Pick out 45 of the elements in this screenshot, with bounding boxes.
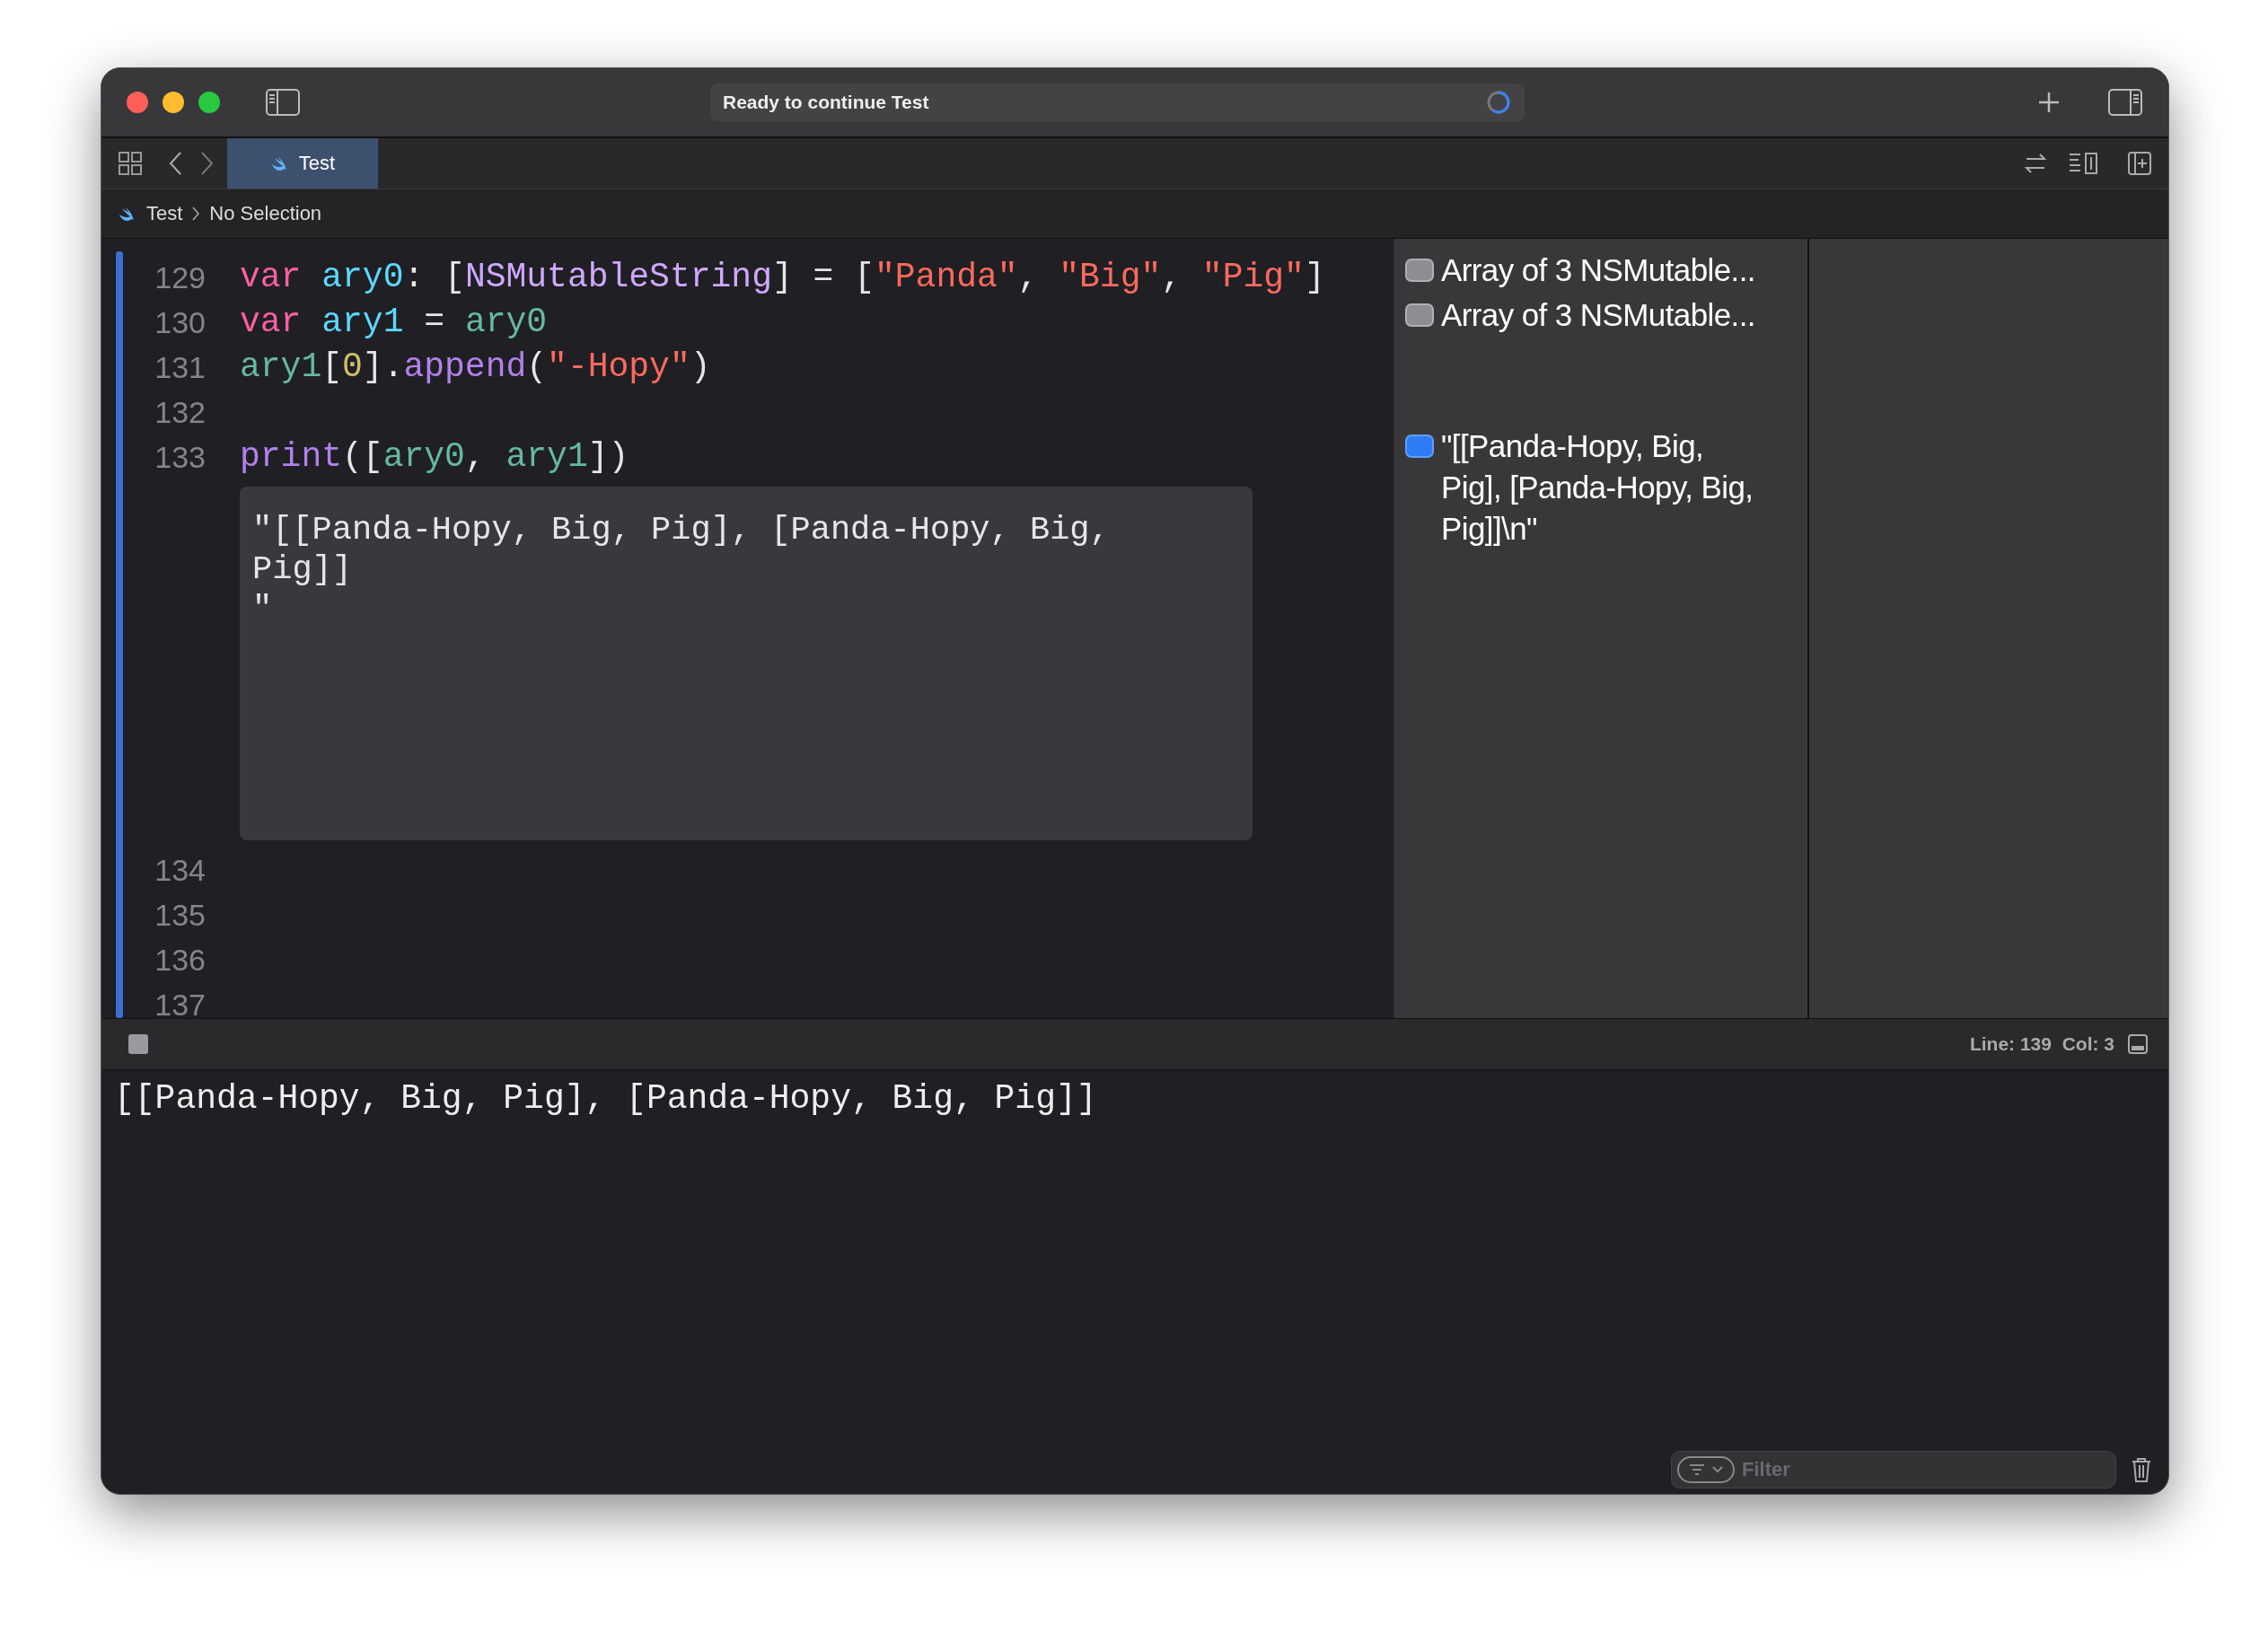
- zoom-button[interactable]: [198, 92, 220, 113]
- trash-icon[interactable]: [2131, 1456, 2152, 1483]
- forward-icon[interactable]: [200, 151, 215, 176]
- chevron-icon: [191, 206, 201, 222]
- line-number: 136: [154, 942, 206, 979]
- result-toggle[interactable]: [1405, 303, 1434, 327]
- line-number: 132: [154, 394, 206, 431]
- code-line: var ary1 = ary0: [240, 302, 548, 343]
- line-number: 133: [154, 439, 206, 476]
- breadcrumb-item[interactable]: Test: [146, 202, 183, 225]
- code-line: var ary0: [NSMutableString] = ["Panda", "Big", "Pig"]: [240, 257, 1325, 298]
- close-button[interactable]: [127, 92, 148, 113]
- spinner-icon: [1485, 89, 1512, 116]
- console-output: [[Panda-Hopy, Big, Pig], [Panda-Hopy, Big, Pig]]: [114, 1079, 1098, 1118]
- grid-icon[interactable]: [118, 151, 143, 176]
- result-toggle[interactable]: [1405, 259, 1434, 282]
- activity-field: Ready to continue Test: [710, 83, 1525, 121]
- line-number: 130: [154, 304, 206, 341]
- result-text: "[[Panda-Hopy, Big, Pig], [Panda-Hopy, Big, Pig]]\n": [1441, 427, 1754, 548]
- inspector-toggle-icon[interactable]: [2107, 88, 2143, 117]
- minimize-button[interactable]: [163, 92, 184, 113]
- editor-tab[interactable]: Test: [227, 138, 378, 189]
- result-text: Array of 3 NSMutable...: [1441, 296, 1756, 334]
- line-number: 135: [154, 897, 206, 934]
- line-number: 131: [154, 349, 206, 386]
- breadcrumb-item[interactable]: No Selection: [209, 202, 322, 225]
- back-icon[interactable]: [168, 151, 182, 176]
- result-toggle[interactable]: [1405, 435, 1434, 458]
- filter-field[interactable]: Filter: [1671, 1451, 2116, 1489]
- result-text: Array of 3 NSMutable...: [1441, 251, 1756, 289]
- console-toggle-icon[interactable]: [2127, 1033, 2149, 1055]
- inline-result: "[[Panda-Hopy, Big, Pig], [Panda-Hopy, Big, Pig]] ": [240, 487, 1253, 840]
- code-line: ary1[0].append("-Hopy"): [240, 347, 711, 388]
- code-line: print([ary0, ary1]): [240, 436, 629, 478]
- line-number: 134: [154, 852, 206, 889]
- editor-options-icon[interactable]: [2068, 151, 2100, 176]
- add-editor-icon[interactable]: [2127, 151, 2152, 176]
- filter-input[interactable]: Filter: [1742, 1458, 2083, 1481]
- line-number: 129: [154, 259, 206, 296]
- cursor-position: Line: 139 Col: 3: [1969, 1033, 2114, 1055]
- line-number: 137: [154, 987, 206, 1023]
- sidebar-toggle-icon[interactable]: [265, 88, 301, 117]
- swap-icon[interactable]: [2023, 152, 2048, 175]
- filter-menu-icon[interactable]: [1677, 1456, 1735, 1483]
- plus-icon[interactable]: [2037, 91, 2061, 114]
